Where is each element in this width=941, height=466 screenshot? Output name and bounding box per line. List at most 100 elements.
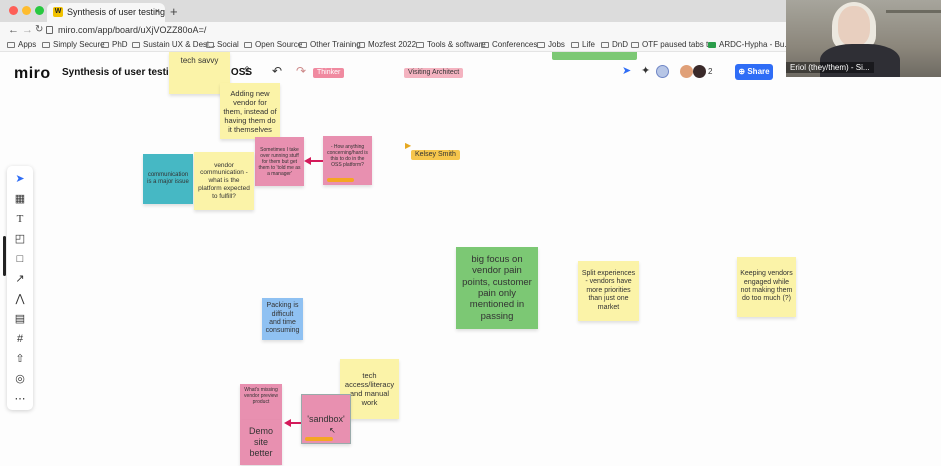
maximize-window-icon[interactable] (35, 6, 44, 15)
sticky-text: - How anything concerning/hard is this t… (327, 144, 368, 168)
avatar[interactable] (656, 65, 669, 78)
collaborator-cursor-label: Thinker (313, 68, 345, 78)
more-icon[interactable]: ⋯ (7, 390, 33, 408)
sticky-note[interactable]: What's missing vendor preview product (240, 384, 282, 420)
bookmark-item[interactable]: DnD (601, 40, 628, 49)
sticky-note-icon[interactable]: ◰ (7, 230, 33, 248)
bookmark-item[interactable]: Apps (7, 40, 36, 49)
connector-icon[interactable]: ↗ (7, 270, 33, 288)
bookmark-item[interactable]: PhD (101, 40, 128, 49)
bookmark-label: Mozfest 2022 (368, 40, 417, 49)
person-face (838, 6, 870, 46)
sticky-text: Keeping vendors engaged while not making… (740, 270, 793, 303)
cursor-arrow-icon[interactable]: ➤ (622, 64, 631, 77)
bookmark-item[interactable]: Life (571, 40, 595, 49)
collaborator-cursor-label: Visiting Architect (404, 68, 464, 78)
sticky-text: communication is a major issue (147, 171, 189, 185)
folder-icon (206, 42, 214, 48)
shape-tool-icon[interactable]: □ (7, 250, 33, 268)
new-tab-button[interactable]: + (170, 4, 178, 19)
text-tool-icon[interactable]: T (7, 210, 33, 228)
mouse-pointer-icon: ↖ (329, 426, 336, 435)
apps-grid-icon (7, 42, 15, 48)
sticky-tag[interactable] (305, 437, 333, 441)
folder-icon (299, 42, 307, 48)
bookmark-item[interactable]: Open Source (244, 40, 302, 49)
browser-tab[interactable]: W Synthesis of user testing insig × (47, 3, 165, 22)
webcam-video: Eriol (they/them) - Si... (786, 0, 941, 77)
lock-icon (46, 26, 53, 34)
folder-icon (132, 42, 140, 48)
sticky-note[interactable]: Packing is difficult and time consuming (262, 298, 303, 340)
sticky-note[interactable]: big focus on vendor pain points, custome… (456, 247, 538, 329)
share-icon: ⊕ (738, 67, 748, 76)
export-icon[interactable]: ⇪ (242, 64, 252, 78)
sticky-note[interactable]: communication is a major issue (143, 154, 193, 204)
participant-name: Eriol (they/them) - Si... (786, 62, 874, 73)
bookmark-item[interactable]: Sustain UX & Desi... (132, 40, 215, 49)
folder-icon (481, 42, 489, 48)
apps-icon[interactable]: ◎ (7, 370, 33, 388)
folder-icon (416, 42, 424, 48)
back-icon[interactable]: ← (8, 24, 19, 36)
sticky-tag[interactable] (327, 178, 354, 182)
sticky-note-partial[interactable] (552, 52, 637, 60)
connector-line[interactable] (311, 160, 323, 162)
reload-icon[interactable]: ↻ (35, 24, 43, 35)
arrow-head-icon (304, 157, 311, 165)
upload-icon[interactable]: ⇧ (7, 350, 33, 368)
tab-close-icon[interactable]: × (155, 6, 160, 16)
bookmark-item[interactable]: Conferences (481, 40, 537, 49)
celebrate-icon[interactable]: ✦ (641, 64, 650, 77)
templates-icon[interactable]: ▦ (7, 190, 33, 208)
sticky-note[interactable]: Demo site better (240, 420, 282, 465)
arrow-head-icon (284, 419, 291, 427)
collaborator-pointer-icon: ▶ (405, 141, 412, 150)
miro-favicon-icon: W (53, 7, 63, 17)
sticky-text: Adding new vendor for them, instead of h… (223, 88, 277, 134)
folder-icon (571, 42, 579, 48)
sticky-text: Packing is difficult and time consuming (265, 302, 300, 335)
pen-icon[interactable]: ⋀ (7, 290, 33, 308)
bookmark-label: ARDC-Hypha - Bu... (719, 40, 792, 49)
bookmark-item[interactable]: Social (206, 40, 239, 49)
bookmark-item[interactable]: Mozfest 2022 (357, 40, 416, 49)
select-tool-icon[interactable]: ➤ (7, 170, 33, 188)
bookmark-item[interactable]: Simply Secure (42, 40, 105, 49)
folder-icon (244, 42, 252, 48)
frame-icon[interactable]: # (7, 330, 33, 348)
forward-icon[interactable]: → (22, 24, 33, 36)
sticky-note[interactable]: Keeping vendors engaged while not making… (737, 257, 796, 317)
screen: W Synthesis of user testing insig × + ← … (0, 0, 941, 466)
comment-icon[interactable]: ▤ (7, 310, 33, 328)
sticky-note[interactable]: Sometimes I take over running stuff for … (255, 137, 304, 186)
bookmark-label: Tools & software (427, 40, 486, 49)
left-toolbar: ➤ ▦ T ◰ □ ↗ ⋀ ▤ # ⇧ ◎ ⋯ (7, 166, 33, 410)
undo-icon[interactable]: ↶ (272, 64, 282, 78)
minimize-window-icon[interactable] (22, 6, 31, 15)
bookmark-label: Other Training (310, 40, 361, 49)
bookmark-label: Sustain UX & Desi... (143, 40, 216, 49)
sticky-note[interactable]: Adding new vendor for them, instead of h… (220, 83, 280, 139)
folder-icon (101, 42, 109, 48)
bookmark-label: Life (582, 40, 595, 49)
url-field[interactable]: miro.com/app/board/uXjVOZZ80oA=/ (58, 25, 206, 35)
sticky-note[interactable]: vendor communication - what is the platf… (194, 152, 254, 210)
bookmark-item[interactable]: ARDC-Hypha - Bu... (708, 40, 791, 49)
connector-line[interactable] (291, 422, 301, 424)
close-window-icon[interactable] (9, 6, 18, 15)
bookmark-item[interactable]: Jobs (537, 40, 565, 49)
sticky-note[interactable]: Split experiences - vendors have more pr… (578, 261, 639, 321)
sticky-text: 'sandbox' (307, 413, 345, 424)
bookmark-label: Jobs (548, 40, 565, 49)
sticky-text: big focus on vendor pain points, custome… (462, 253, 532, 322)
bookmark-item[interactable]: OTF paused tabs t... (631, 40, 715, 49)
avatar[interactable] (680, 65, 693, 78)
bookmark-item[interactable]: Other Training (299, 40, 361, 49)
share-button[interactable]: ⊕ Share (735, 64, 773, 80)
sticky-text: What's missing vendor preview product (244, 387, 278, 405)
bookmark-item[interactable]: Tools & software (416, 40, 486, 49)
redo-icon[interactable]: ↷ (296, 64, 306, 78)
avatar[interactable] (693, 65, 706, 78)
miro-logo[interactable]: miro (14, 65, 51, 83)
